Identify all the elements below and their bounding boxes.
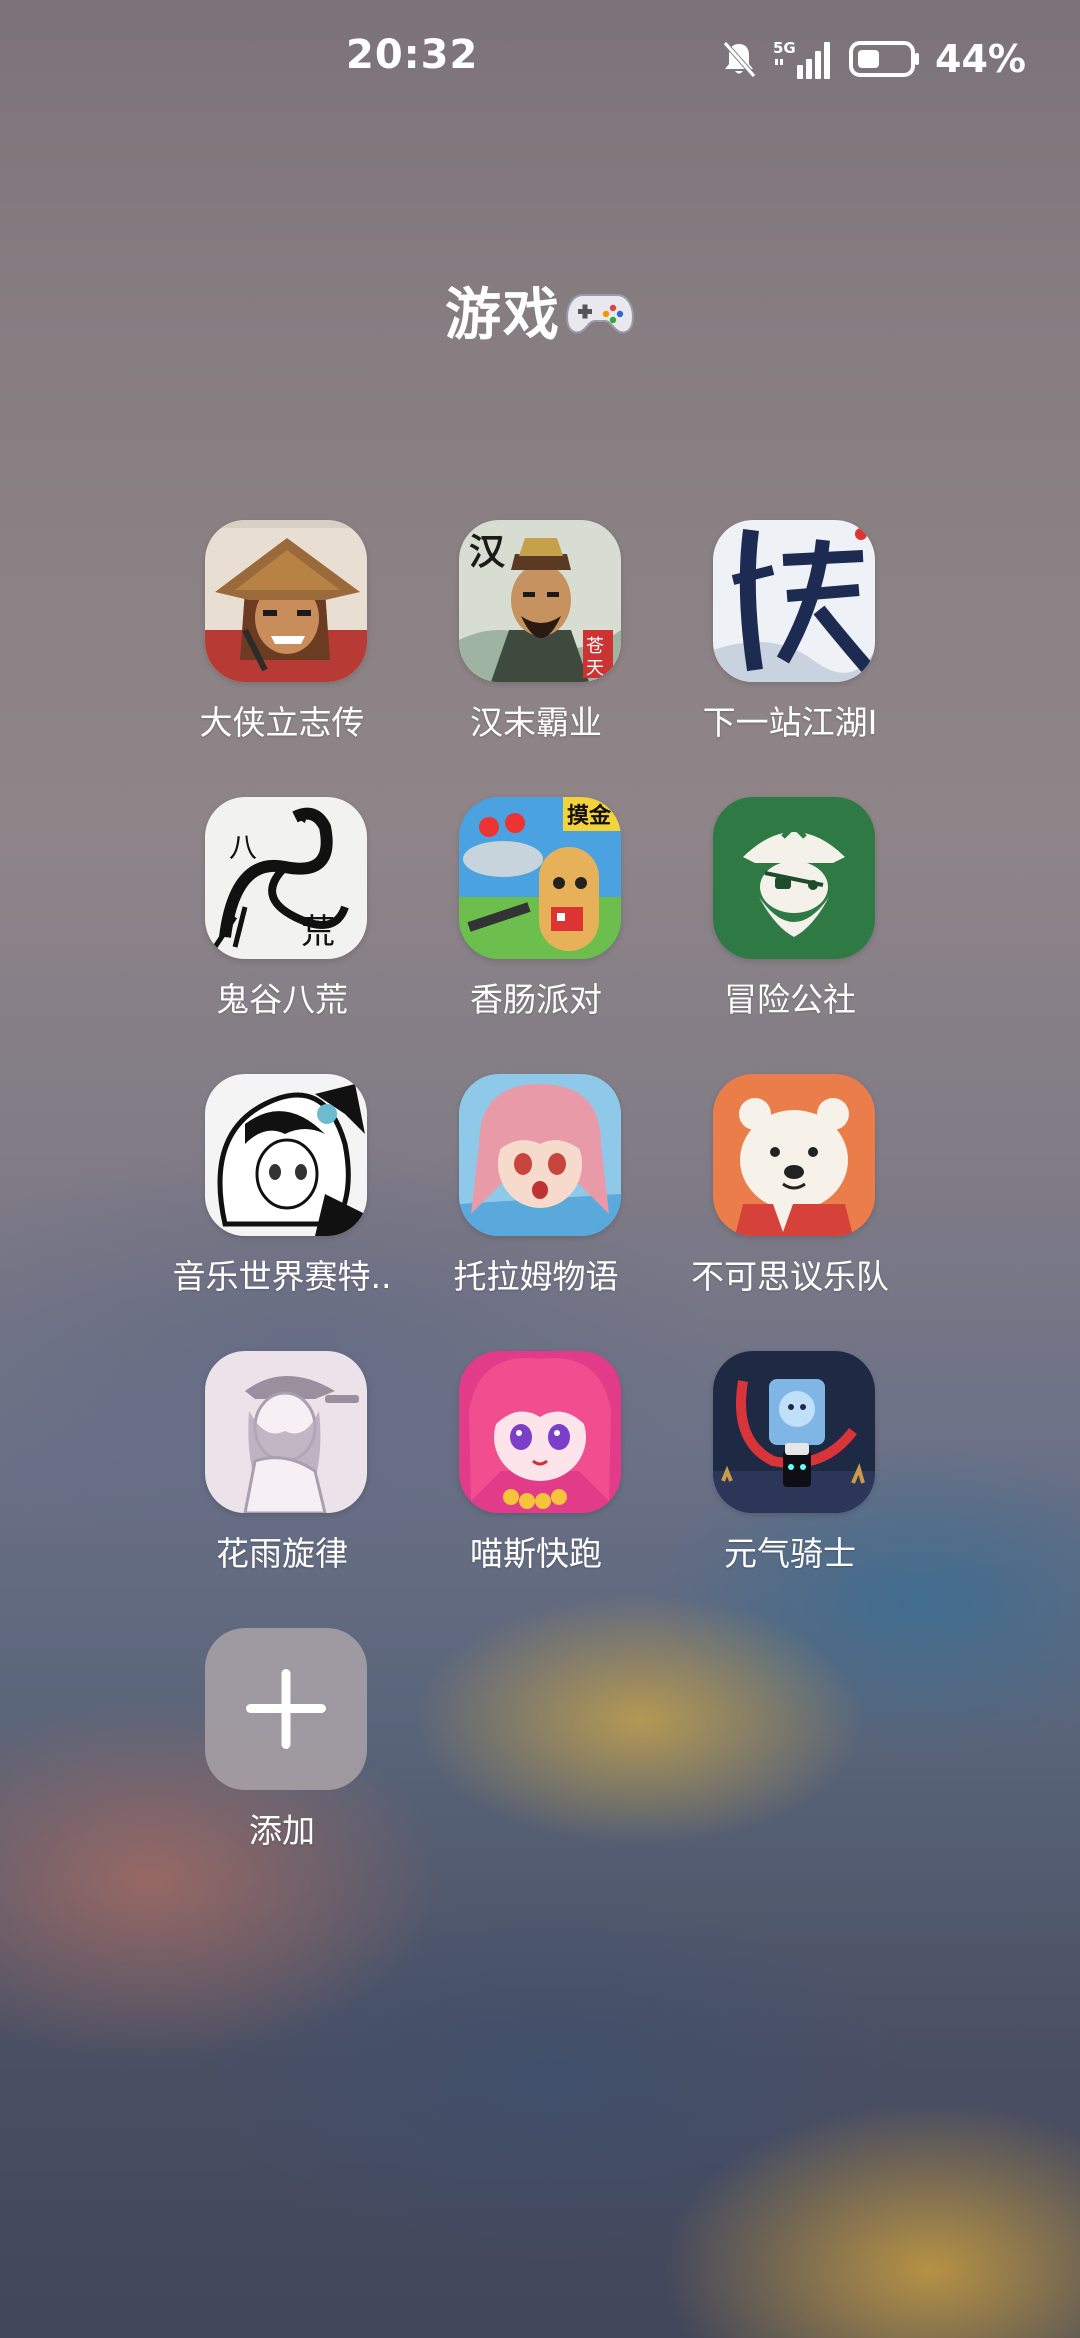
svg-text:汉: 汉 xyxy=(469,531,506,573)
app-item[interactable]: 音乐世界赛特.. xyxy=(155,1074,409,1314)
app-item[interactable]: 冒险公社 xyxy=(663,797,917,1037)
app-label: 冒险公社 xyxy=(724,980,856,1019)
app-item[interactable]: 下一站江湖Ⅰ xyxy=(663,520,917,760)
plus-icon[interactable] xyxy=(205,1628,367,1790)
app-label: 元气骑士 xyxy=(724,1534,856,1573)
app-label: 花雨旋律 xyxy=(216,1534,348,1573)
wandering-swordsman-icon[interactable] xyxy=(205,520,367,682)
app-label: 托拉姆物语 xyxy=(453,1257,619,1296)
app-label: 汉末霸业 xyxy=(470,703,602,742)
add-app-button[interactable]: 添加 xyxy=(155,1628,409,1868)
app-badge: 摸金 xyxy=(567,803,612,829)
pink-hair-anime-icon[interactable] xyxy=(459,1074,621,1236)
svg-text:苍: 苍 xyxy=(586,636,604,657)
app-item[interactable]: 大侠立志传 xyxy=(155,520,409,760)
app-item[interactable]: 花雨旋律 xyxy=(155,1351,409,1591)
app-item[interactable]: 荒 八 鬼谷八荒 xyxy=(155,797,409,1037)
app-label: 下一站江湖Ⅰ xyxy=(702,703,878,742)
app-item[interactable]: 喵斯快跑 xyxy=(409,1351,663,1591)
app-label: 喵斯快跑 xyxy=(470,1534,602,1573)
app-label: 大侠立志传 xyxy=(199,703,365,742)
app-item[interactable]: 摸金 香肠派对 xyxy=(409,797,663,1037)
app-label: 不可思议乐队 xyxy=(691,1257,889,1296)
svg-text:荒: 荒 xyxy=(301,912,335,952)
svg-text:八: 八 xyxy=(229,831,257,864)
svg-text:天: 天 xyxy=(586,658,604,679)
ink-dragon-icon[interactable]: 荒 八 xyxy=(205,797,367,959)
sausage-party-icon[interactable]: 摸金 xyxy=(459,797,621,959)
girl-in-cap-icon[interactable] xyxy=(205,1351,367,1513)
app-grid: 大侠立志传 汉 苍 天 汉末霸业 下一站江湖Ⅰ 荒 八 鬼谷八荒 摸金 香肠派对… xyxy=(0,0,1080,2338)
app-item[interactable]: 托拉姆物语 xyxy=(409,1074,663,1314)
app-item[interactable]: 元气骑士 xyxy=(663,1351,917,1591)
soul-knight-icon[interactable] xyxy=(713,1351,875,1513)
magenta-anime-girl-icon[interactable] xyxy=(459,1351,621,1513)
polar-bear-icon[interactable] xyxy=(713,1074,875,1236)
add-label: 添加 xyxy=(249,1811,315,1850)
app-item[interactable]: 不可思议乐队 xyxy=(663,1074,917,1314)
app-item[interactable]: 汉 苍 天 汉末霸业 xyxy=(409,520,663,760)
han-warlord-icon[interactable]: 汉 苍 天 xyxy=(459,520,621,682)
app-label: 鬼谷八荒 xyxy=(216,980,348,1019)
anime-girl-sketch-icon[interactable] xyxy=(205,1074,367,1236)
app-label: 香肠派对 xyxy=(470,980,602,1019)
pirate-captain-icon[interactable] xyxy=(713,797,875,959)
xia-calligraphy-icon[interactable] xyxy=(713,520,875,682)
app-label: 音乐世界赛特.. xyxy=(172,1257,392,1296)
